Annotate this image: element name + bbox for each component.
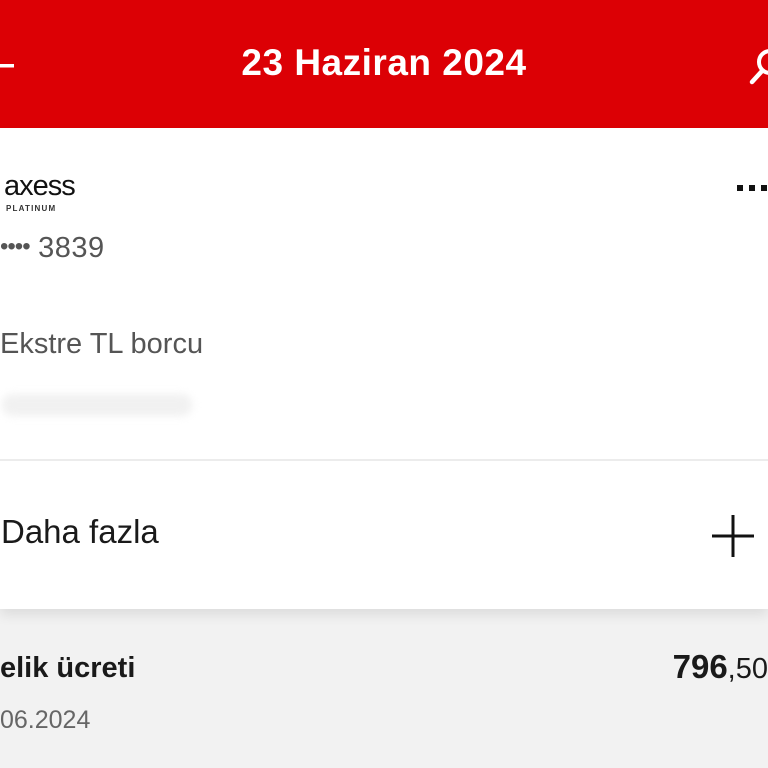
page-title: 23 Haziran 2024 [241,42,527,83]
card-number-mask: •••• [0,233,31,260]
transaction-row[interactable]: elik ücreti 796,50 06.2024 [0,630,768,768]
search-icon[interactable] [748,46,768,92]
plus-icon[interactable] [712,515,754,557]
card-brand-logo: axess PLATINUM [0,170,120,216]
card-number-last4: 3839 [38,232,105,264]
transaction-date: 06.2024 [0,706,91,734]
card-panel: axess PLATINUM •••• 3839 Ekstre TL borcu… [0,128,768,609]
card-brand-name: axess [4,170,76,202]
card-number: •••• 3839 [0,232,105,265]
show-more-label: Daha fazla [1,513,159,550]
card-tier: PLATINUM [6,204,57,213]
show-more-row[interactable]: Daha fazla [0,461,768,609]
statement-debt-value-hidden [2,394,192,416]
transaction-amount-decimal: ,50 [727,653,768,685]
app-header: 23 Haziran 2024 [0,0,768,128]
more-options-icon[interactable] [737,185,768,193]
transaction-amount: 796,50 [673,648,768,686]
transaction-name: elik ücreti [0,652,136,684]
statement-debt-label: Ekstre TL borcu [0,328,204,360]
transaction-amount-integer: 796 [672,648,728,685]
